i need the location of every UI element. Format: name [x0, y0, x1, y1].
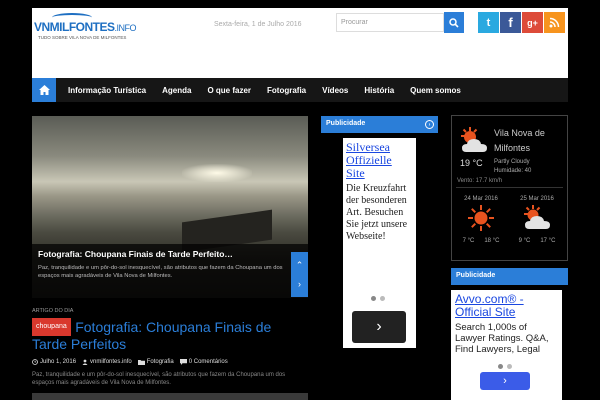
chevron-right-icon[interactable]: › [298, 279, 301, 289]
forecast-day: 24 Mar 2016 7 °C 18 °C [456, 196, 506, 244]
forecast-low: 7 °C [462, 238, 475, 244]
ad-header-2: Publicidade [451, 268, 568, 285]
ad-pagination [498, 364, 512, 369]
home-icon [38, 85, 50, 95]
main-nav: Informação Turística Agenda O que fazer … [32, 78, 568, 102]
ad-avvo-title[interactable]: Avvo.com® - Official Site [455, 293, 558, 319]
article-heading: choupana Fotografia: Choupana Finais de … [32, 318, 308, 353]
logo-tagline: TUDO SOBRE VILA NOVA DE MILFONTES [38, 35, 127, 40]
site-logo[interactable]: VNMILFONTES.INFO TUDO SOBRE VILA NOVA DE… [34, 10, 136, 46]
featured-caption: Fotografia: Choupana Finais de Tarde Per… [32, 244, 308, 298]
ad-avvo-next-button[interactable]: › [480, 372, 530, 390]
ad-header-1-label: Publicidade [326, 120, 366, 127]
page: VNMILFONTES.INFO TUDO SOBRE VILA NOVA DE… [0, 0, 600, 400]
meta-category[interactable]: Fotografia [137, 359, 174, 365]
weather-condition-text: Partly Cloudy [494, 159, 530, 165]
ad-silversea-body: Die Kreuzfahrt der besonderen Art. Besuc… [346, 183, 408, 242]
google-plus-button[interactable]: g+ [522, 12, 543, 33]
sun-icon [468, 205, 494, 231]
clock-icon [32, 359, 38, 365]
article-kicker: ARTIGO DO DIA [32, 308, 74, 314]
meta-date: Julho 1, 2016 [32, 359, 76, 365]
content-divider [32, 393, 308, 400]
twitter-button[interactable]: t [478, 12, 499, 33]
meta-category-text: Fotografia [146, 359, 174, 365]
article-of-day: ARTIGO DO DIA choupana Fotografia: Choup… [32, 308, 308, 387]
twitter-icon: t [486, 16, 491, 29]
nav-item-videos[interactable]: Vídeos [314, 86, 356, 95]
partly-cloudy-icon [461, 127, 487, 152]
rss-button[interactable] [544, 12, 565, 33]
pagination-dot[interactable] [371, 296, 376, 301]
forecast-date: 24 Mar 2016 [464, 196, 498, 202]
weather-divider [456, 187, 563, 188]
nav-item-informacao-turistica[interactable]: Informação Turística [56, 86, 154, 95]
weather-humidity: Humidade: 40 [494, 168, 532, 174]
nav-item-o-que-fazer[interactable]: O que fazer [199, 86, 259, 95]
slider-nav[interactable]: ⌃ › [291, 252, 308, 297]
pagination-dot[interactable] [498, 364, 503, 369]
forecast-high: 18 °C [484, 238, 500, 244]
folder-icon [137, 360, 145, 365]
ad-silversea-title[interactable]: Silversea Offizielle Site [346, 141, 413, 180]
featured-title[interactable]: Fotografia: Choupana Finais de Tarde Per… [38, 249, 302, 259]
article-excerpt: Paz, tranquilidade e um pôr-do-sol inesq… [32, 372, 286, 386]
arrow-circle-icon[interactable]: › [425, 120, 434, 129]
forecast-day: 25 Mar 2016 9 °C 17 °C [512, 196, 562, 244]
site-header: VNMILFONTES.INFO TUDO SOBRE VILA NOVA DE… [32, 8, 568, 78]
search-input[interactable]: Procurar [336, 13, 444, 32]
weather-location: Vila Nova de Milfontes [494, 128, 545, 153]
sun-glare [182, 164, 252, 182]
nav-item-agenda[interactable]: Agenda [154, 86, 199, 95]
ad-pagination [371, 296, 385, 301]
meta-comments-text: 0 Comentários [188, 359, 228, 365]
forecast-high: 17 °C [540, 238, 556, 244]
facebook-button[interactable]: f [500, 12, 521, 33]
rss-icon [549, 17, 560, 28]
nav-item-historia[interactable]: História [356, 86, 402, 95]
ad-avvo-body: Search 1,000s of Lawyer Ratings. Q&A, Fi… [455, 322, 549, 355]
meta-author-text: vnmilfontes.info [90, 359, 132, 365]
home-button[interactable] [32, 78, 56, 102]
weather-wind: Vento: 17.7 km/h [457, 178, 503, 184]
forecast-temps: 9 °C 17 °C [512, 238, 562, 244]
chevron-right-icon: › [376, 318, 382, 335]
logo-text: VNMILFONTES.INFO [34, 20, 136, 34]
partly-cloudy-icon [524, 205, 550, 229]
logo-suffix: .INFO [114, 23, 137, 33]
weather-widget: Vila Nova de Milfontes 19 °C Partly Clou… [451, 115, 568, 261]
nav-item-fotografia[interactable]: Fotografia [259, 86, 314, 95]
facebook-icon: f [508, 15, 513, 30]
current-date: Sexta-feira, 1 de Julho 2016 [214, 21, 302, 28]
ad-silversea-next-button[interactable]: › [352, 311, 406, 343]
user-icon [82, 359, 88, 365]
category-badge[interactable]: choupana [32, 318, 71, 336]
weather-condition: Partly Cloudy Humidade: 40 [494, 158, 531, 176]
pagination-dot[interactable] [507, 364, 512, 369]
logo-main-text: VNMILFONTES [34, 20, 115, 34]
weather-temp: 19 °C [460, 158, 483, 168]
chevron-up-icon[interactable]: ⌃ [296, 260, 304, 271]
ad-header-2-label: Publicidade [456, 272, 496, 279]
meta-author[interactable]: vnmilfontes.info [82, 359, 132, 365]
comment-icon [179, 359, 187, 365]
featured-description: Paz, tranquilidade e um pôr-do-sol inesq… [38, 265, 283, 279]
forecast-low: 9 °C [518, 238, 531, 244]
meta-date-text: Julho 1, 2016 [40, 359, 77, 365]
article-meta: Julho 1, 2016 vnmilfontes.info Fotografi… [32, 359, 308, 365]
google-plus-icon: g+ [527, 17, 538, 28]
ad-header-1: Publicidade › [321, 116, 438, 133]
featured-slider[interactable]: Fotografia: Choupana Finais de Tarde Per… [32, 116, 308, 298]
search-button[interactable] [444, 12, 464, 33]
pagination-dot[interactable] [380, 296, 385, 301]
nav-item-quem-somos[interactable]: Quem somos [402, 86, 469, 95]
chevron-right-icon: › [503, 375, 507, 387]
forecast-temps: 7 °C 18 °C [456, 238, 506, 244]
meta-comments[interactable]: 0 Comentários [179, 359, 228, 365]
forecast-date: 25 Mar 2016 [520, 196, 554, 202]
search-icon [449, 17, 459, 28]
